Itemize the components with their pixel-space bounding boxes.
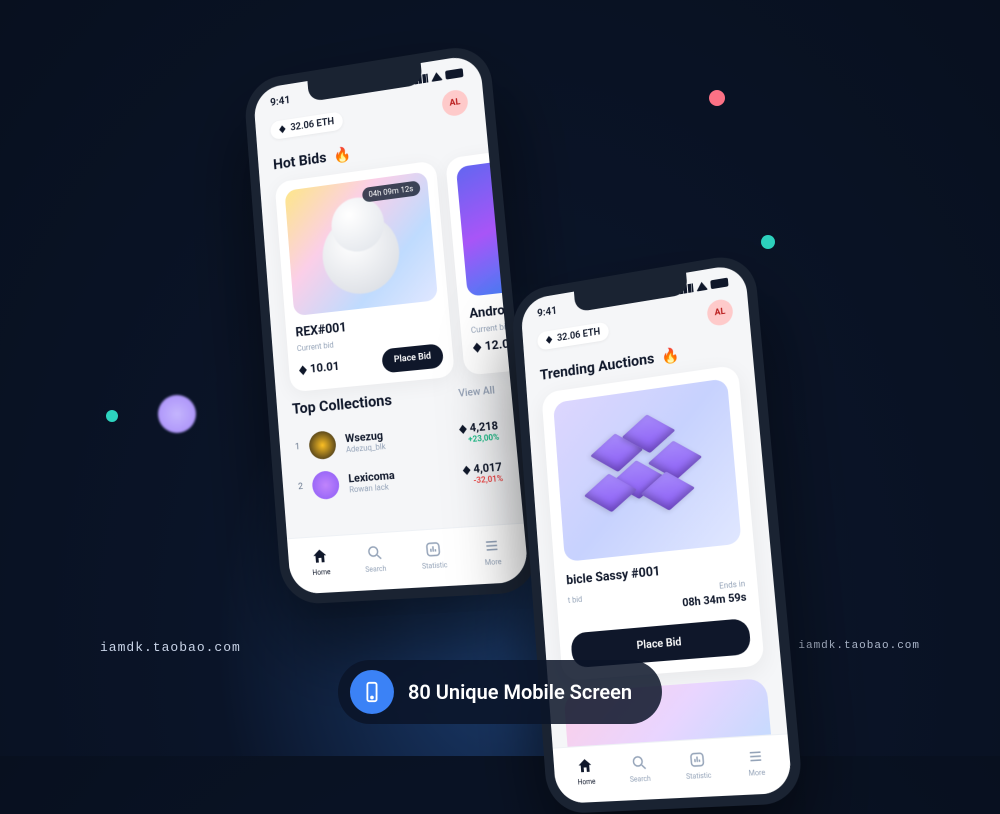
collection-rank: 2 xyxy=(298,482,304,492)
watermark-text: iamdk.taobao.com xyxy=(100,640,241,655)
avatar[interactable]: AL xyxy=(706,298,734,327)
decorative-dot xyxy=(158,395,196,433)
feature-badge: 80 Unique Mobile Screen xyxy=(338,660,662,724)
nav-statistic[interactable]: Statistic xyxy=(420,539,448,571)
fire-icon: 🔥 xyxy=(333,145,352,165)
nft-artwork: 04h 09m 12s xyxy=(285,171,439,316)
home-icon xyxy=(576,756,594,775)
stats-icon xyxy=(688,750,707,770)
decorative-dot xyxy=(709,90,725,106)
nav-more[interactable]: More xyxy=(745,746,766,777)
collection-rank: 1 xyxy=(295,442,301,452)
auction-card[interactable]: bicle Sassy #001 t bid Ends in 08h 34m 5… xyxy=(541,365,764,681)
nav-search[interactable]: Search xyxy=(363,543,386,574)
phone-mockup-right: 9:41 ◆ 32.06 ETH AL Trending Auctions 🔥 xyxy=(511,251,805,814)
nav-statistic[interactable]: Statistic xyxy=(684,750,712,781)
balance-pill[interactable]: ◆ 32.06 ETH xyxy=(270,111,343,140)
stats-icon xyxy=(424,539,444,559)
ethereum-icon: ◆ xyxy=(546,334,553,345)
balance-pill[interactable]: ◆ 32.06 ETH xyxy=(537,321,609,350)
feature-badge-text: 80 Unique Mobile Screen xyxy=(408,680,632,704)
nav-search[interactable]: Search xyxy=(628,753,651,784)
fire-icon: 🔥 xyxy=(661,346,680,366)
decorative-dot xyxy=(761,235,775,249)
ethereum-icon: ◆ xyxy=(299,362,307,376)
home-icon xyxy=(311,547,330,566)
auction-artwork xyxy=(553,378,742,562)
ethereum-icon: ◆ xyxy=(279,123,286,134)
nft-card[interactable]: 04h 09m 12s REX#001 Current bid ◆ 10.01 … xyxy=(275,160,455,392)
nft-price: ◆ 10.01 xyxy=(298,359,340,377)
search-icon xyxy=(630,753,649,772)
balance-value: 32.06 ETH xyxy=(290,116,335,133)
more-icon xyxy=(745,746,765,766)
bid-label: t bid xyxy=(568,595,583,605)
status-time: 9:41 xyxy=(537,304,558,319)
collection-avatar xyxy=(311,470,340,500)
ethereum-icon: ◆ xyxy=(462,463,470,477)
countdown-timer: 04h 09m 12s xyxy=(361,180,420,202)
search-icon xyxy=(365,543,384,562)
more-icon xyxy=(482,536,502,556)
place-bid-button[interactable]: Place Bid xyxy=(381,343,444,373)
ethereum-icon: ◆ xyxy=(459,422,467,436)
wifi-icon xyxy=(430,71,442,82)
bottom-nav: Home Search Statistic More xyxy=(287,523,529,595)
nav-home[interactable]: Home xyxy=(311,547,331,577)
nav-more[interactable]: More xyxy=(482,536,503,567)
battery-icon xyxy=(445,68,463,80)
watermark-text: iamdk.taobao.com xyxy=(798,640,920,652)
status-time: 9:41 xyxy=(270,93,291,108)
phone-mockup-left: 9:41 ◆ 32.06 ETH AL Hot Bids 🔥 04h 09m 1… xyxy=(243,42,541,605)
wifi-icon xyxy=(696,281,708,292)
view-all-link[interactable]: View All xyxy=(458,385,495,400)
phone-icon xyxy=(350,670,394,714)
avatar[interactable]: AL xyxy=(441,88,469,117)
collection-avatar xyxy=(308,430,337,460)
balance-value: 32.06 ETH xyxy=(557,326,601,343)
battery-icon xyxy=(710,278,728,290)
nft-artwork xyxy=(456,158,529,297)
nav-home[interactable]: Home xyxy=(576,756,596,786)
ethereum-icon: ◆ xyxy=(472,339,481,354)
decorative-dot xyxy=(106,410,118,422)
